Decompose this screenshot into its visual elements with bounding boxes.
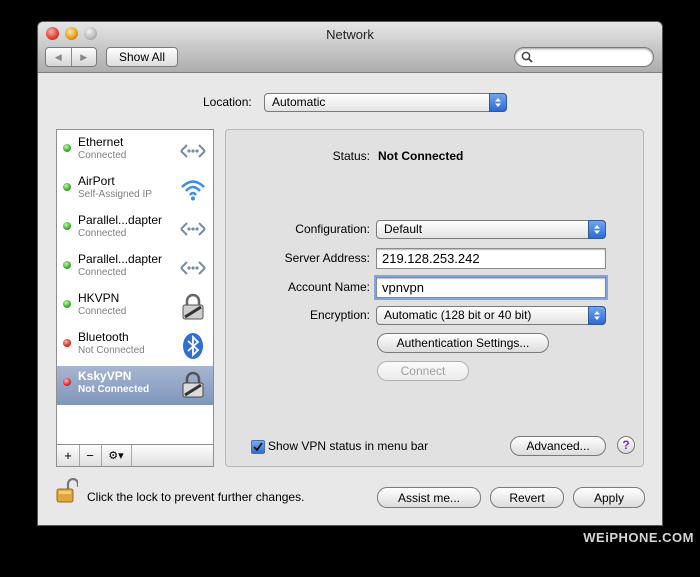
status-dot-icon xyxy=(63,144,71,152)
status-dot-icon xyxy=(63,339,71,347)
title-bar[interactable]: Network ◀ ▶ Show All xyxy=(38,22,662,73)
detail-panel xyxy=(225,129,644,467)
service-list-buttons: + − ⚙▾ xyxy=(56,445,214,467)
status-dot-icon xyxy=(63,222,71,230)
popup-arrows-icon xyxy=(489,93,507,112)
show-all-button[interactable]: Show All xyxy=(106,47,178,67)
encryption-value: Automatic (128 bit or 40 bit) xyxy=(384,308,532,322)
service-name: Ethernet xyxy=(78,135,124,149)
location-label: Location: xyxy=(203,95,252,109)
service-status: Not Connected xyxy=(78,345,145,356)
assist-me-button[interactable]: Assist me... xyxy=(377,487,481,508)
service-status: Connected xyxy=(78,150,127,161)
apply-button[interactable]: Apply xyxy=(573,487,645,508)
status-dot-icon xyxy=(63,378,71,386)
configuration-label: Configuration: xyxy=(295,222,370,236)
lock-message: Click the lock to prevent further change… xyxy=(87,490,305,504)
service-name: Bluetooth xyxy=(78,330,129,344)
search-field[interactable] xyxy=(514,47,654,67)
service-name: KskyVPN xyxy=(78,369,132,383)
encryption-label: Encryption: xyxy=(309,308,370,322)
service-name: AirPort xyxy=(78,174,115,188)
lock-icon[interactable] xyxy=(56,478,78,504)
service-status: Self-Assigned IP xyxy=(78,189,152,200)
service-item-kskyvpn[interactable]: KskyVPN Not Connected xyxy=(57,366,213,405)
vpn-lock-icon xyxy=(182,293,204,320)
service-item-airport[interactable]: AirPort Self-Assigned IP xyxy=(57,171,213,210)
window-title: Network xyxy=(326,27,374,42)
service-list[interactable]: Ethernet Connected AirPort Self-Assigned… xyxy=(56,129,214,445)
back-arrow-icon[interactable]: ◀ xyxy=(46,48,71,66)
popup-arrows-icon xyxy=(588,220,606,239)
popup-arrows-icon xyxy=(588,306,606,325)
service-status: Connected xyxy=(78,228,127,239)
status-dot-icon xyxy=(63,261,71,269)
server-address-label: Server Address: xyxy=(284,251,370,265)
bluetooth-icon xyxy=(183,333,203,359)
account-name-field[interactable]: vpnvpn xyxy=(376,277,606,298)
back-forward-control: ◀ ▶ xyxy=(45,47,97,67)
service-name: Parallel...dapter xyxy=(78,213,163,227)
service-item-bluetooth[interactable]: Bluetooth Not Connected xyxy=(57,327,213,366)
ethernet-icon xyxy=(180,144,206,158)
advanced-button[interactable]: Advanced... xyxy=(510,436,606,456)
configuration-value: Default xyxy=(384,222,423,236)
forward-arrow-icon[interactable]: ▶ xyxy=(70,48,97,66)
network-preferences-window: Network ◀ ▶ Show All Location: Automatic… xyxy=(38,22,662,525)
ethernet-icon xyxy=(180,261,206,275)
status-dot-icon xyxy=(63,183,71,191)
search-icon xyxy=(521,51,533,63)
account-name-label: Account Name: xyxy=(287,280,370,294)
vpn-lock-icon xyxy=(182,371,204,398)
ethernet-icon xyxy=(180,222,206,236)
wifi-icon xyxy=(181,180,205,201)
service-item-hkvpn[interactable]: HKVPN Connected xyxy=(57,288,213,327)
add-service-button[interactable]: + xyxy=(57,445,80,466)
status-label: Status: xyxy=(332,149,370,163)
checkmark-icon xyxy=(253,442,263,452)
service-status: Connected xyxy=(78,306,127,317)
service-name: HKVPN xyxy=(78,291,120,305)
status-value: Not Connected xyxy=(378,149,464,163)
server-address-field[interactable]: 219.128.253.242 xyxy=(376,248,606,269)
encryption-popup[interactable]: Automatic (128 bit or 40 bit) xyxy=(376,306,606,325)
connect-button[interactable]: Connect xyxy=(377,361,469,381)
authentication-settings-button[interactable]: Authentication Settings... xyxy=(377,333,549,353)
status-dot-icon xyxy=(63,300,71,308)
service-status: Connected xyxy=(78,267,127,278)
watermark: WEiPHONE.COM xyxy=(583,530,694,545)
revert-button[interactable]: Revert xyxy=(490,487,564,508)
remove-service-button[interactable]: − xyxy=(79,445,102,466)
service-status: Not Connected xyxy=(78,384,150,395)
service-item-parallels-1[interactable]: Parallel...dapter Connected xyxy=(57,210,213,249)
show-vpn-status-label: Show VPN status in menu bar xyxy=(268,439,429,453)
show-vpn-status-checkbox[interactable] xyxy=(251,440,265,454)
service-item-ethernet[interactable]: Ethernet Connected xyxy=(57,132,213,171)
action-menu-button[interactable]: ⚙▾ xyxy=(101,445,132,466)
service-item-parallels-2[interactable]: Parallel...dapter Connected xyxy=(57,249,213,288)
configuration-popup[interactable]: Default xyxy=(376,220,606,239)
help-button[interactable]: ? xyxy=(617,436,635,454)
location-popup[interactable]: Automatic xyxy=(264,93,507,112)
service-name: Parallel...dapter xyxy=(78,252,163,266)
location-value: Automatic xyxy=(272,95,326,109)
